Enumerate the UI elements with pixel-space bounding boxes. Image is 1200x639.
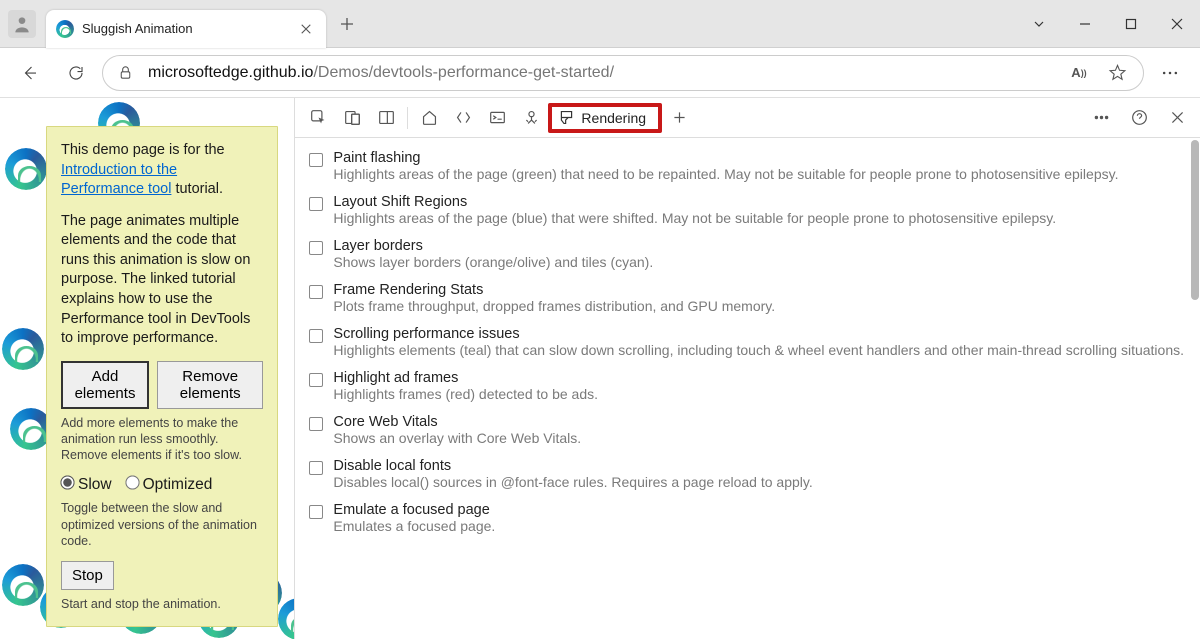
site-info-lock-icon[interactable] xyxy=(117,64,134,81)
option-description: Shows layer borders (orange/olive) and t… xyxy=(333,254,1184,270)
new-tab-button[interactable] xyxy=(330,7,364,41)
option-description: Highlights areas of the page (blue) that… xyxy=(333,210,1184,226)
option-description: Highlights areas of the page (green) tha… xyxy=(333,166,1184,182)
tab-actions-button[interactable] xyxy=(1016,0,1062,48)
devtools-toolbar: Rendering xyxy=(295,98,1200,138)
back-button[interactable] xyxy=(10,53,50,93)
option-description: Plots frame throughput, dropped frames d… xyxy=(333,298,1184,314)
url-text: microsoftedge.github.io/Demos/devtools-p… xyxy=(148,64,1053,82)
demo-info-box: This demo page is for the Introduction t… xyxy=(46,126,278,627)
edge-favicon-icon xyxy=(56,20,74,38)
option-checkbox[interactable] xyxy=(309,197,323,211)
option-title: Emulate a focused page xyxy=(333,502,1184,518)
option-title: Layout Shift Regions xyxy=(333,194,1184,210)
more-tabs-button[interactable] xyxy=(662,101,696,135)
devtools-pane: Rendering Paint flashingHighlights areas xyxy=(295,98,1200,639)
paintbrush-icon xyxy=(558,109,575,126)
add-elements-button[interactable]: Add elements xyxy=(61,361,149,409)
rendering-option: Emulate a focused pageEmulates a focused… xyxy=(303,496,1200,540)
option-description: Highlights elements (teal) that can slow… xyxy=(333,342,1184,358)
option-title: Layer borders xyxy=(333,238,1184,254)
devtools-more-button[interactable] xyxy=(1084,101,1118,135)
option-title: Scrolling performance issues xyxy=(333,326,1184,342)
welcome-tab-icon[interactable] xyxy=(412,101,446,135)
option-checkbox[interactable] xyxy=(309,373,323,387)
titlebar: Sluggish Animation xyxy=(0,0,1200,48)
read-aloud-button[interactable]: A)) xyxy=(1067,61,1091,85)
page-content: This demo page is for the Introduction t… xyxy=(0,98,295,639)
settings-more-button[interactable] xyxy=(1150,53,1190,93)
option-description: Disables local() sources in @font-face r… xyxy=(333,474,1184,490)
rendering-option: Layout Shift RegionsHighlights areas of … xyxy=(303,188,1200,232)
elements-tab-icon[interactable] xyxy=(446,101,480,135)
intro-paragraph: This demo page is for the Introduction t… xyxy=(61,141,263,200)
option-description: Emulates a focused page. xyxy=(333,518,1184,534)
stop-button[interactable]: Stop xyxy=(61,561,114,590)
devtools-help-button[interactable] xyxy=(1122,101,1156,135)
scrollbar-thumb[interactable] xyxy=(1191,140,1199,300)
window-minimize-button[interactable] xyxy=(1062,0,1108,48)
option-checkbox[interactable] xyxy=(309,417,323,431)
slow-radio[interactable] xyxy=(60,476,74,490)
rendering-tab-label: Rendering xyxy=(581,110,646,126)
option-checkbox[interactable] xyxy=(309,241,323,255)
tab-title: Sluggish Animation xyxy=(82,21,288,36)
option-description: Highlights frames (red) detected to be a… xyxy=(333,386,1184,402)
refresh-button[interactable] xyxy=(56,53,96,93)
tab-close-button[interactable] xyxy=(296,19,316,39)
option-description: Shows an overlay with Core Web Vitals. xyxy=(333,430,1184,446)
browser-toolbar: microsoftedge.github.io/Demos/devtools-p… xyxy=(0,48,1200,98)
option-checkbox[interactable] xyxy=(309,285,323,299)
rendering-panel[interactable]: Paint flashingHighlights areas of the pa… xyxy=(295,138,1200,639)
option-title: Highlight ad frames xyxy=(333,370,1184,386)
optimized-radio-label[interactable]: Optimized xyxy=(126,475,213,496)
intro-link[interactable]: Introduction to the Performance tool xyxy=(61,162,177,198)
remove-elements-button[interactable]: Remove elements xyxy=(157,361,263,409)
add-remove-hint: Add more elements to make the animation … xyxy=(61,415,263,464)
option-checkbox[interactable] xyxy=(309,153,323,167)
option-title: Disable local fonts xyxy=(333,458,1184,474)
rendering-option: Highlight ad framesHighlights frames (re… xyxy=(303,364,1200,408)
address-bar[interactable]: microsoftedge.github.io/Demos/devtools-p… xyxy=(102,55,1144,91)
toggle-hint: Toggle between the slow and optimized ve… xyxy=(61,500,263,549)
inspect-element-button[interactable] xyxy=(301,101,335,135)
browser-tab[interactable]: Sluggish Animation xyxy=(46,10,326,48)
stop-hint: Start and stop the animation. xyxy=(61,596,263,612)
rendering-option: Paint flashingHighlights areas of the pa… xyxy=(303,144,1200,188)
window-close-button[interactable] xyxy=(1154,0,1200,48)
option-checkbox[interactable] xyxy=(309,329,323,343)
device-toggle-button[interactable] xyxy=(335,101,369,135)
sources-tab-icon[interactable] xyxy=(514,101,548,135)
slow-radio-label[interactable]: Slow xyxy=(61,475,112,496)
option-checkbox[interactable] xyxy=(309,505,323,519)
profile-button[interactable] xyxy=(8,10,36,38)
rendering-tab[interactable]: Rendering xyxy=(548,103,662,133)
dock-side-button[interactable] xyxy=(369,101,403,135)
option-title: Paint flashing xyxy=(333,150,1184,166)
optimized-radio[interactable] xyxy=(125,476,139,490)
favorite-star-button[interactable] xyxy=(1105,61,1129,85)
rendering-option: Core Web VitalsShows an overlay with Cor… xyxy=(303,408,1200,452)
rendering-option: Scrolling performance issuesHighlights e… xyxy=(303,320,1200,364)
description-paragraph: The page animates multiple elements and … xyxy=(61,212,263,349)
option-title: Core Web Vitals xyxy=(333,414,1184,430)
console-tab-icon[interactable] xyxy=(480,101,514,135)
option-title: Frame Rendering Stats xyxy=(333,282,1184,298)
option-checkbox[interactable] xyxy=(309,461,323,475)
rendering-option: Frame Rendering StatsPlots frame through… xyxy=(303,276,1200,320)
window-maximize-button[interactable] xyxy=(1108,0,1154,48)
rendering-option: Layer bordersShows layer borders (orange… xyxy=(303,232,1200,276)
devtools-close-button[interactable] xyxy=(1160,101,1194,135)
rendering-option: Disable local fontsDisables local() sour… xyxy=(303,452,1200,496)
